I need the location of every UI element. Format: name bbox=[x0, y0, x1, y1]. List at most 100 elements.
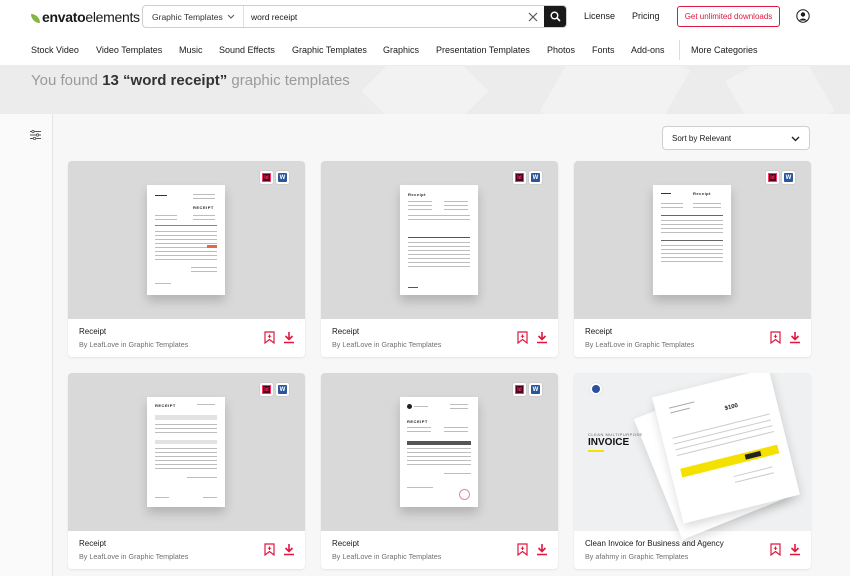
download-icon[interactable] bbox=[789, 331, 801, 344]
nav-sound-effects[interactable]: Sound Effects bbox=[219, 45, 275, 55]
card-thumbnail[interactable]: Id W Receipt bbox=[321, 161, 558, 319]
indesign-icon: Id bbox=[513, 171, 526, 184]
nav-stock-video[interactable]: Stock Video bbox=[31, 45, 79, 55]
card-title[interactable]: Receipt bbox=[79, 539, 249, 548]
filter-icon[interactable] bbox=[30, 130, 41, 140]
nav-divider bbox=[679, 40, 680, 60]
document-heading: RECEIPT bbox=[407, 419, 428, 424]
file-format-badges: Id W bbox=[513, 171, 542, 184]
nav-fonts[interactable]: Fonts bbox=[592, 45, 615, 55]
chevron-down-icon bbox=[791, 136, 800, 142]
card-title[interactable]: Receipt bbox=[332, 539, 502, 548]
chevron-down-icon bbox=[227, 14, 235, 19]
word-badge-text: W bbox=[278, 173, 287, 182]
sort-label: Sort by Relevant bbox=[672, 133, 732, 143]
document-heading: Receipt bbox=[693, 191, 711, 196]
indesign-badge-text: Id bbox=[515, 173, 524, 182]
document-preview: RECEIPT bbox=[400, 397, 478, 507]
download-icon[interactable] bbox=[283, 331, 295, 344]
indesign-icon: Id bbox=[766, 171, 779, 184]
document-preview: RECEIPT bbox=[147, 185, 225, 295]
bookmark-icon[interactable] bbox=[770, 543, 781, 556]
nav-graphic-templates[interactable]: Graphic Templates bbox=[292, 45, 367, 55]
card-meta: Receipt By LeafLove in Graphic Templates bbox=[79, 539, 249, 561]
nav-add-ons[interactable]: Add-ons bbox=[631, 45, 665, 55]
indesign-icon: Id bbox=[260, 171, 273, 184]
card-author[interactable]: By LeafLove in Graphic Templates bbox=[79, 340, 249, 349]
category-nav: Stock Video Video Templates Music Sound … bbox=[0, 34, 850, 66]
logo-text-elements: elements bbox=[85, 9, 140, 25]
card-thumbnail[interactable]: Id W RECEIPT bbox=[68, 161, 305, 319]
sort-select[interactable]: Sort by Relevant bbox=[662, 126, 810, 150]
bookmark-icon[interactable] bbox=[517, 331, 528, 344]
card-thumbnail[interactable]: Id W RECEIPT bbox=[68, 373, 305, 531]
download-icon[interactable] bbox=[789, 543, 801, 556]
invoice-heading: INVOICE bbox=[588, 437, 630, 448]
card-thumbnail[interactable]: $100 CLEAN MULTIPURPOSE INVOICE bbox=[574, 373, 811, 540]
word-icon: W bbox=[529, 383, 542, 396]
result-card[interactable]: Id W RECEIPT Receipt By LeafLove in Grap… bbox=[68, 373, 305, 569]
card-author[interactable]: By LeafLove in Graphic Templates bbox=[332, 552, 502, 561]
word-icon: W bbox=[529, 171, 542, 184]
download-icon[interactable] bbox=[536, 331, 548, 344]
nav-more-categories[interactable]: More Categories bbox=[691, 45, 758, 55]
license-link[interactable]: License bbox=[584, 11, 615, 21]
document-heading: Receipt bbox=[408, 192, 426, 197]
get-unlimited-downloads-button[interactable]: Get unlimited downloads bbox=[677, 6, 780, 27]
clear-search-button[interactable] bbox=[522, 6, 544, 27]
card-title[interactable]: Clean Invoice for Business and Agency bbox=[585, 539, 755, 548]
banner-decoration bbox=[539, 66, 691, 114]
search-icon bbox=[550, 11, 561, 22]
result-card[interactable]: Id W RECEIPT Receipt By LeafLove in Grap… bbox=[68, 161, 305, 357]
result-card[interactable]: $100 CLEAN MULTIPURPOSE INVOICE Clean In… bbox=[574, 373, 811, 569]
results-suffix: graphic templates bbox=[227, 72, 350, 89]
search-category-label: Graphic Templates bbox=[152, 11, 223, 22]
card-author[interactable]: By LeafLove in Graphic Templates bbox=[585, 340, 755, 349]
card-thumbnail[interactable]: Id W RECEIPT bbox=[321, 373, 558, 531]
result-card[interactable]: Id W RECEIPT Receipt By LeafLove in Grap bbox=[321, 373, 558, 569]
bookmark-icon[interactable] bbox=[264, 331, 275, 344]
download-icon[interactable] bbox=[283, 543, 295, 556]
result-card[interactable]: Id W Receipt Receipt By LeafLove in Grap… bbox=[574, 161, 811, 357]
card-title[interactable]: Receipt bbox=[332, 327, 502, 336]
search-category-select[interactable]: Graphic Templates bbox=[143, 6, 244, 27]
card-meta: Receipt By LeafLove in Graphic Templates bbox=[332, 539, 502, 561]
indesign-badge-text: Id bbox=[768, 173, 777, 182]
card-author[interactable]: By LeafLove in Graphic Templates bbox=[332, 340, 502, 349]
search-input[interactable] bbox=[244, 6, 522, 27]
card-meta: Clean Invoice for Business and Agency By… bbox=[585, 539, 755, 561]
pricing-link[interactable]: Pricing bbox=[632, 11, 660, 21]
envato-elements-logo[interactable]: envato elements bbox=[31, 9, 140, 25]
nav-music[interactable]: Music bbox=[179, 45, 203, 55]
bookmark-icon[interactable] bbox=[770, 331, 781, 344]
word-badge-text: W bbox=[531, 385, 540, 394]
card-title[interactable]: Receipt bbox=[79, 327, 249, 336]
results-summary: You found 13 “word receipt” graphic temp… bbox=[31, 72, 350, 89]
card-author[interactable]: By afahmy in Graphic Templates bbox=[585, 552, 755, 561]
result-card[interactable]: Id W Receipt Receipt By LeafLove in Grap bbox=[321, 161, 558, 357]
nav-presentation-templates[interactable]: Presentation Templates bbox=[436, 45, 530, 55]
word-icon: W bbox=[276, 383, 289, 396]
card-author[interactable]: By LeafLove in Graphic Templates bbox=[79, 552, 249, 561]
download-icon[interactable] bbox=[536, 543, 548, 556]
logo-text-envato: envato bbox=[42, 9, 86, 25]
bookmark-icon[interactable] bbox=[517, 543, 528, 556]
nav-graphics[interactable]: Graphics bbox=[383, 45, 419, 55]
card-title[interactable]: Receipt bbox=[585, 327, 755, 336]
search-bar: Graphic Templates bbox=[142, 5, 567, 28]
nav-video-templates[interactable]: Video Templates bbox=[96, 45, 162, 55]
word-badge-text: W bbox=[278, 385, 287, 394]
search-submit-button[interactable] bbox=[544, 6, 566, 27]
document-preview: RECEIPT bbox=[147, 397, 225, 507]
file-format-badges: Id W bbox=[260, 383, 289, 396]
invoice-amount: $100 bbox=[724, 402, 739, 413]
indesign-icon: Id bbox=[513, 383, 526, 396]
bookmark-icon[interactable] bbox=[264, 543, 275, 556]
word-icon: W bbox=[782, 171, 795, 184]
card-thumbnail[interactable]: Id W Receipt bbox=[574, 161, 811, 319]
results-banner: You found 13 “word receipt” graphic temp… bbox=[0, 66, 850, 114]
file-format-badges: Id W bbox=[513, 383, 542, 396]
word-badge-text: W bbox=[784, 173, 793, 182]
account-icon[interactable] bbox=[796, 9, 810, 23]
nav-photos[interactable]: Photos bbox=[547, 45, 575, 55]
